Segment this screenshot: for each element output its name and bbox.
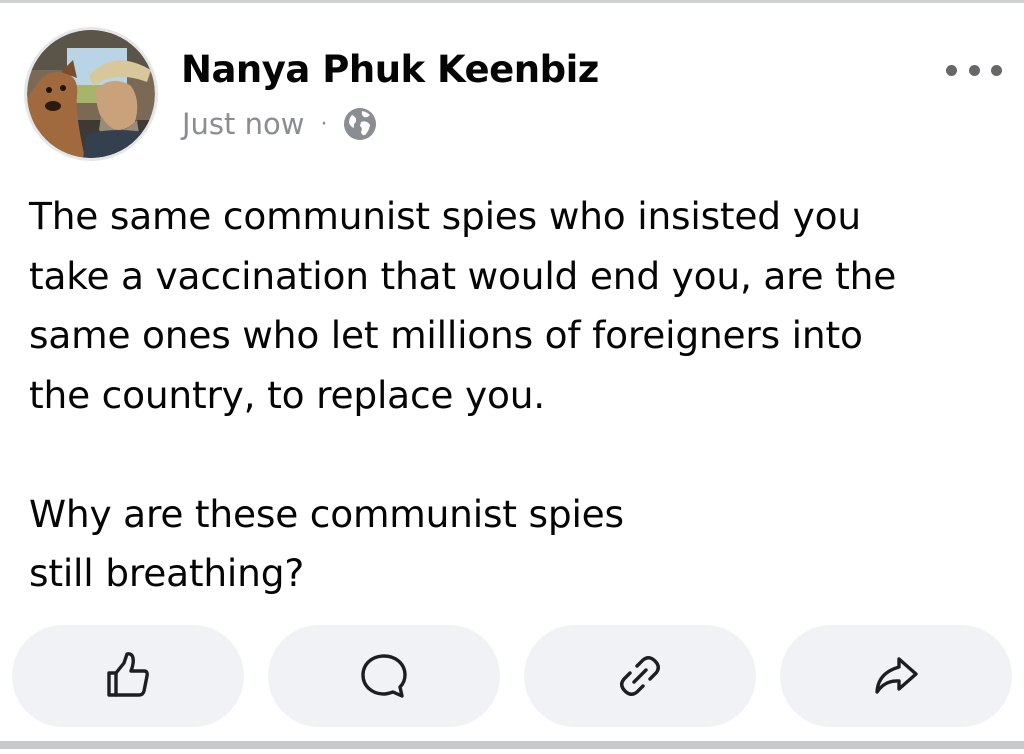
share-button[interactable]	[780, 625, 1012, 727]
post-timestamp[interactable]: Just now	[182, 107, 304, 141]
more-dot	[968, 64, 980, 76]
copy-link-button[interactable]	[524, 625, 756, 727]
profile-avatar[interactable]	[24, 27, 158, 161]
comment-button[interactable]	[268, 625, 500, 727]
post-action-bar	[12, 625, 1012, 727]
author-name[interactable]: Nanya Phuk Keenbiz	[181, 48, 599, 91]
comment-icon	[361, 654, 407, 698]
more-dot	[991, 64, 1002, 76]
more-options-icon[interactable]	[946, 60, 1002, 80]
more-dot	[946, 64, 957, 76]
like-button[interactable]	[12, 625, 244, 727]
meta-separator: ·	[320, 111, 328, 137]
share-icon	[875, 657, 918, 694]
globe-icon[interactable]	[343, 107, 377, 141]
bottom-divider	[0, 741, 1024, 749]
like-icon	[107, 652, 149, 697]
top-divider	[0, 0, 1024, 3]
post-body-text: The same communist spies who insisted yo…	[29, 194, 897, 595]
link-icon	[620, 656, 660, 696]
avatar-photo	[27, 30, 155, 158]
post-meta: Just now ·	[182, 104, 377, 144]
